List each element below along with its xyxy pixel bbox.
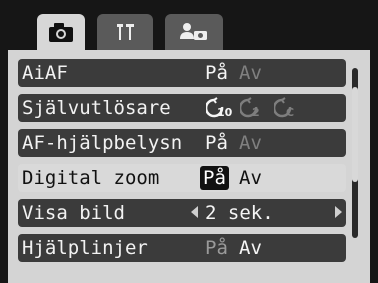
menu-row-aiaf[interactable]: AiAF På Av: [18, 59, 346, 87]
camera-icon: [49, 23, 73, 42]
right-arrow-icon[interactable]: [335, 206, 342, 218]
tab-my-menu[interactable]: [165, 14, 223, 50]
option-av[interactable]: Av: [239, 164, 262, 192]
menu-row-digital-zoom[interactable]: Digital zoom På Av: [18, 164, 346, 192]
menu-row-label: AF-hjälpbelysn: [22, 132, 183, 154]
option-pa[interactable]: På: [205, 129, 228, 157]
menu-row-label: Digital zoom: [22, 167, 160, 189]
menu-row-hjalplinjer[interactable]: Hjälplinjer På Av: [18, 234, 346, 262]
svg-text:C: C: [286, 106, 294, 119]
option-pa[interactable]: På: [205, 234, 228, 262]
menu-row-label: Hjälplinjer: [22, 237, 148, 259]
option-av[interactable]: Av: [239, 129, 262, 157]
tab-bar: [0, 0, 378, 50]
custom-timer-icon[interactable]: C: [274, 97, 302, 119]
10-second-timer-icon[interactable]: 10: [206, 97, 236, 119]
left-arrow-icon[interactable]: [191, 206, 198, 218]
2-second-timer-icon[interactable]: 2: [240, 97, 268, 119]
option-value: 2 sek.: [205, 202, 274, 224]
option-av[interactable]: Av: [239, 59, 262, 87]
menu-row-label: Visa bild: [22, 202, 125, 224]
menu-row-label: AiAF: [22, 62, 68, 84]
menu-row-sjalvutlosare[interactable]: Självutlösare 10 2 C: [18, 94, 346, 122]
svg-text:10: 10: [217, 106, 233, 119]
option-av[interactable]: Av: [239, 234, 262, 262]
person-camera-icon: [180, 23, 207, 40]
menu-row-visa-bild[interactable]: Visa bild 2 sek.: [18, 199, 346, 227]
tab-shooting[interactable]: [37, 14, 85, 50]
option-pa[interactable]: På: [200, 166, 229, 190]
menu-row-af-hjalpbelysn[interactable]: AF-hjälpbelysn På Av: [18, 129, 346, 157]
wrench-hammer-icon: [117, 24, 134, 40]
tab-setup[interactable]: [97, 14, 153, 50]
scrollbar-thumb[interactable]: [352, 87, 358, 182]
menu-row-label: Självutlösare: [22, 97, 171, 119]
scrollbar[interactable]: [352, 68, 358, 238]
svg-text:2: 2: [252, 106, 260, 119]
option-pa[interactable]: På: [205, 59, 228, 87]
